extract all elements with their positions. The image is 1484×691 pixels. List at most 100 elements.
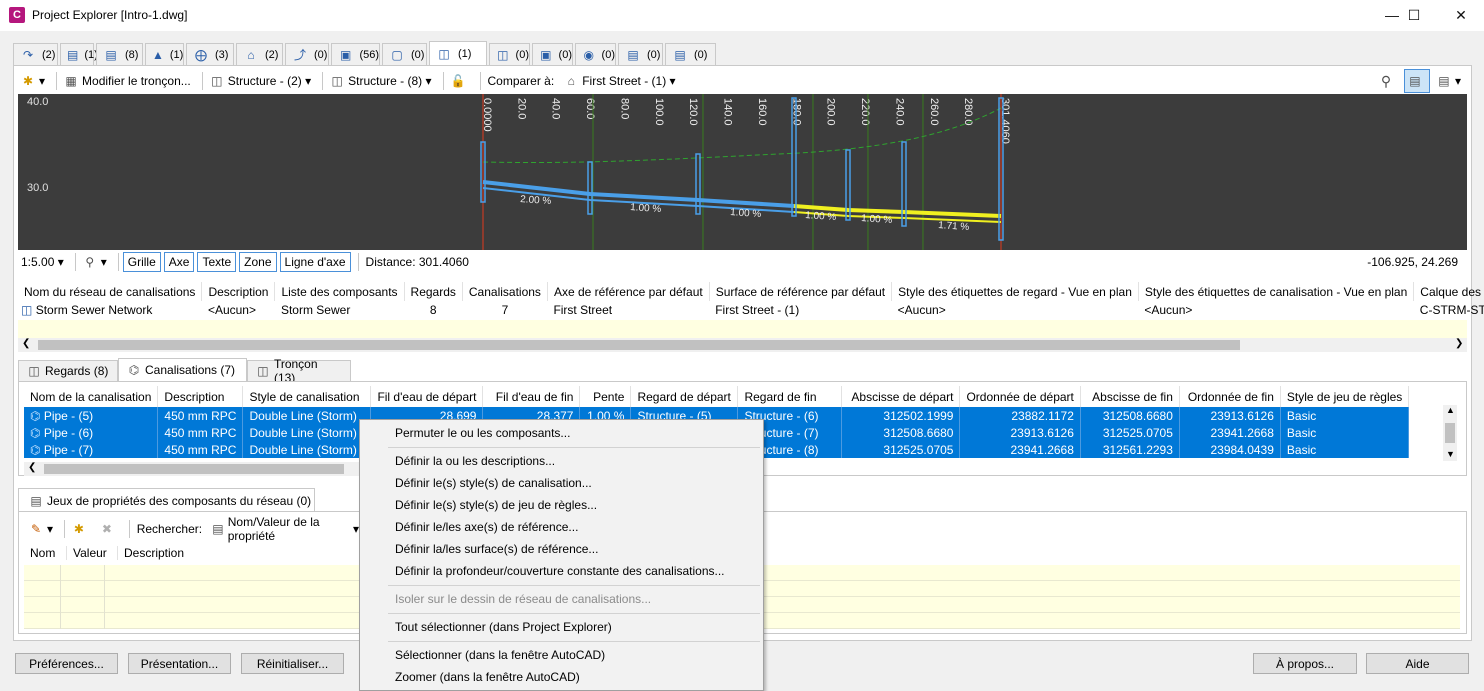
list-view-button[interactable]: ▤ bbox=[1403, 69, 1430, 93]
menu-item-select-all[interactable]: Tout sélectionner (dans Project Explorer… bbox=[395, 617, 612, 637]
column-header[interactable]: Regard de fin bbox=[737, 386, 843, 407]
column-header[interactable]: Liste des composants bbox=[274, 282, 405, 301]
menu-item-set-descriptions[interactable]: Définir la ou les descriptions... bbox=[395, 451, 555, 471]
toggle-axis-button[interactable]: Axe bbox=[163, 251, 195, 272]
pipe-table-hscrollbar[interactable]: ❮ bbox=[24, 462, 360, 476]
tab-sites[interactable]: ▤ (1) bbox=[60, 43, 98, 65]
scroll-left-arrow-icon[interactable]: ❮ bbox=[28, 462, 36, 473]
menu-item-zoom-autocad[interactable]: Zoomer (dans la fenêtre AutoCAD) bbox=[395, 667, 580, 687]
column-header[interactable]: Style des étiquettes de regard - Vue en … bbox=[891, 282, 1139, 301]
menu-item-set-reference-surfaces[interactable]: Définir la/les surface(s) de référence..… bbox=[395, 539, 598, 559]
tab-pipe-networks[interactable]: ◫ (1) bbox=[429, 41, 487, 66]
column-header[interactable]: Surface de référence par défaut bbox=[709, 282, 893, 301]
edit-properties-button[interactable]: ✎ ▾ bbox=[26, 518, 56, 540]
scroll-left-arrow-icon[interactable]: ❮ bbox=[22, 338, 30, 349]
compare-dropdown[interactable]: ⌂ First Street - (1) ▾ bbox=[561, 70, 678, 92]
tab-data-shortcuts[interactable]: ▤ (0) bbox=[665, 43, 716, 65]
tab-parcels[interactable]: ▣ (56) bbox=[331, 43, 380, 65]
new-item-button[interactable]: ✱ ▾ bbox=[18, 70, 48, 92]
scroll-up-arrow-icon[interactable]: ▲ bbox=[1446, 405, 1455, 415]
search-button[interactable]: ⚲ bbox=[1376, 70, 1400, 92]
scroll-thumb[interactable] bbox=[38, 340, 1240, 350]
column-header[interactable]: Valeur bbox=[67, 546, 118, 560]
column-header[interactable]: Canalisations bbox=[462, 282, 548, 301]
scroll-right-arrow-icon[interactable]: ❯ bbox=[1455, 338, 1463, 349]
menu-item-swap-parts[interactable]: Permuter le ou les composants... bbox=[395, 423, 570, 443]
toggle-centerline-button[interactable]: Ligne d'axe bbox=[279, 251, 351, 272]
tab-catchments[interactable]: ▤ (0) bbox=[618, 43, 663, 65]
tab-pipes[interactable]: ⌬ Canalisations (7) bbox=[118, 358, 247, 381]
zoom-scale-dropdown[interactable]: 1:5.00 ▾ bbox=[18, 251, 67, 273]
column-header[interactable]: Regard de départ bbox=[630, 386, 739, 407]
layout-dropdown[interactable]: ▤ ▾ bbox=[1434, 70, 1464, 92]
zoom-tool-dropdown[interactable]: ⚲ ▾ bbox=[80, 251, 110, 273]
close-button[interactable]: ✕ bbox=[1438, 0, 1484, 31]
toggle-grid-button[interactable]: Grille bbox=[122, 251, 161, 272]
preferences-button[interactable]: Préférences... bbox=[15, 653, 118, 674]
help-button[interactable]: Aide bbox=[1366, 653, 1469, 674]
pipe-table-vscrollbar[interactable]: ▲ ▼ bbox=[1443, 405, 1457, 461]
tab-count: (2) bbox=[265, 48, 279, 61]
scroll-thumb[interactable] bbox=[1445, 423, 1455, 443]
tab-pressure-networks[interactable]: ◫ (0) bbox=[489, 43, 530, 65]
column-header[interactable]: Ordonnée de départ bbox=[959, 386, 1081, 407]
structure-end-dropdown[interactable]: ◫ Structure - (8) ▾ bbox=[327, 70, 434, 92]
column-header[interactable]: Regards bbox=[404, 282, 463, 301]
column-header[interactable]: Nom du réseau de canalisations bbox=[18, 282, 203, 301]
toolbar-separator bbox=[201, 72, 203, 90]
column-header[interactable]: Fil d'eau de fin bbox=[482, 386, 581, 407]
column-header[interactable]: Style de jeu de règles bbox=[1280, 386, 1410, 407]
toggle-text-button[interactable]: Texte bbox=[197, 251, 237, 272]
unlock-button[interactable]: 🔓 bbox=[448, 70, 472, 92]
column-header[interactable]: Nom bbox=[24, 546, 67, 560]
menu-item-set-rules-styles[interactable]: Définir le(s) style(s) de jeu de règles.… bbox=[395, 495, 597, 515]
menu-item-set-pipe-styles[interactable]: Définir le(s) style(s) de canalisation..… bbox=[395, 473, 592, 493]
about-button[interactable]: À propos... bbox=[1253, 653, 1357, 674]
structure-start-dropdown[interactable]: ◫ Structure - (2) ▾ bbox=[207, 70, 314, 92]
tab-sample-lines[interactable]: ⨁ (3) bbox=[186, 43, 234, 65]
column-header[interactable]: Style de canalisation bbox=[242, 386, 372, 407]
network-table-hscrollbar[interactable]: ❮ ❯ bbox=[18, 338, 1467, 352]
column-header[interactable]: Abscisse de départ bbox=[841, 386, 961, 407]
column-header[interactable]: Description bbox=[157, 386, 244, 407]
menu-item-set-constant-depth[interactable]: Définir la profondeur/couverture constan… bbox=[395, 561, 725, 581]
property-sets-tab[interactable]: ▤ Jeux de propriétés des composants du r… bbox=[18, 488, 315, 512]
menu-item-select-autocad[interactable]: Sélectionner (dans la fenêtre AutoCAD) bbox=[395, 645, 605, 665]
tab-intersections[interactable]: ◉ (0) bbox=[575, 43, 616, 65]
tab-feature-lines[interactable]: ⤴ (0) bbox=[285, 43, 329, 65]
toggle-zone-button[interactable]: Zone bbox=[239, 251, 277, 272]
scroll-down-arrow-icon[interactable]: ▼ bbox=[1446, 449, 1455, 459]
search-mode-dropdown[interactable]: ▤ Nom/Valeur de la propriété ▾ bbox=[209, 515, 362, 543]
reset-button[interactable]: Réinitialiser... bbox=[241, 653, 344, 674]
tab-corridor[interactable]: ▲ (1) bbox=[145, 43, 184, 65]
compare-value: First Street - (1) bbox=[582, 74, 667, 88]
tab-point-groups[interactable]: ▢ (0) bbox=[382, 43, 427, 65]
tab-structures[interactable]: ◫ Regards (8) bbox=[18, 360, 118, 381]
column-header[interactable]: Axe de référence par défaut bbox=[547, 282, 710, 301]
column-header[interactable]: Description bbox=[201, 282, 276, 301]
tab-alignment[interactable]: ↷ (2) bbox=[13, 43, 58, 65]
column-header[interactable]: Description bbox=[118, 546, 184, 560]
menu-item-set-reference-alignments[interactable]: Définir le/les axe(s) de référence... bbox=[395, 517, 578, 537]
status-separator bbox=[74, 252, 76, 271]
maximize-button[interactable]: ☐ bbox=[1392, 0, 1436, 31]
scroll-thumb[interactable] bbox=[44, 464, 344, 474]
tab-assemblies[interactable]: ▣ (0) bbox=[532, 43, 573, 65]
column-header[interactable]: Style des étiquettes de canalisation - V… bbox=[1138, 282, 1415, 301]
profile-view[interactable]: 40.0 30.0 0.0000 20.0 40.0 60.0 80.0 100.0 120.0… bbox=[18, 94, 1467, 250]
column-header[interactable]: Fil d'eau de départ bbox=[370, 386, 484, 407]
column-header[interactable]: Abscisse de fin bbox=[1080, 386, 1180, 407]
column-header[interactable]: Nom de la canalisation bbox=[24, 386, 159, 407]
table-row[interactable]: ◫ Storm Sewer Network <Aucun> Storm Sewe… bbox=[18, 301, 1484, 318]
tab-run[interactable]: ◫ Tronçon (13) bbox=[247, 357, 351, 385]
presentation-button[interactable]: Présentation... bbox=[128, 653, 231, 674]
edit-run-button[interactable]: ▦ Modifier le tronçon... bbox=[61, 70, 194, 92]
tab-surfaces[interactable]: ⌂ (2) bbox=[236, 43, 283, 65]
pipe-name: Pipe - (5) bbox=[43, 408, 94, 423]
tab-profiles[interactable]: ▤ (8) bbox=[96, 43, 143, 65]
add-property-button[interactable]: ✱ bbox=[69, 518, 93, 540]
column-header[interactable]: Calque des regards - bbox=[1413, 282, 1484, 301]
remove-property-button[interactable]: ✖ bbox=[97, 518, 121, 540]
column-header[interactable]: Ordonnée de fin bbox=[1179, 386, 1281, 407]
column-header[interactable]: Pente bbox=[579, 386, 632, 407]
